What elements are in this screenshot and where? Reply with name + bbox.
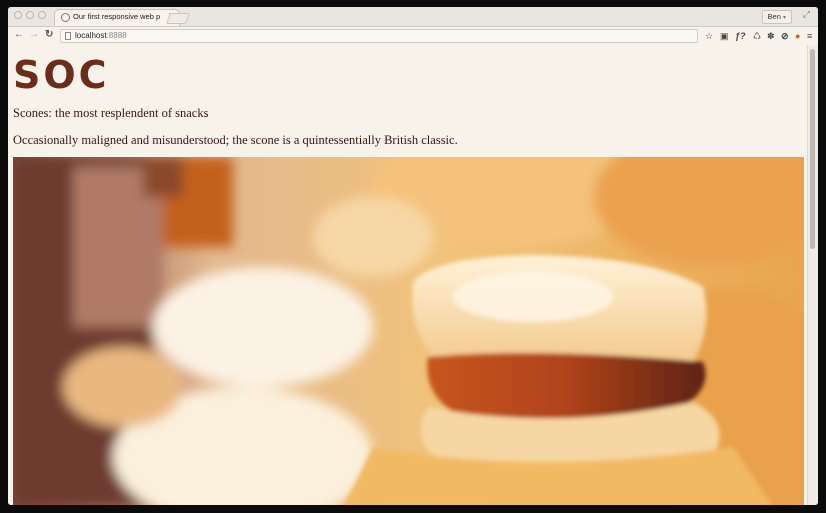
minimize-window-button[interactable] xyxy=(26,11,34,19)
browser-toolbar: ← → ↻ localhost:8888 ☆ ▣ ƒ? ♺ ✽ ⊘ ● ≡ xyxy=(8,27,818,46)
puzzle-extension-icon[interactable]: ✽ xyxy=(767,30,775,42)
profile-name: Ben xyxy=(767,12,781,21)
url-port: :8888 xyxy=(106,31,127,40)
page-heading: Scones: the most resplendent of snacks xyxy=(13,106,209,120)
chevron-down-icon: ▾ xyxy=(782,15,786,21)
scrollbar-thumb[interactable] xyxy=(810,49,815,249)
new-tab-button[interactable] xyxy=(165,13,191,24)
scones-photo xyxy=(13,157,804,505)
back-arrow-icon[interactable]: ← xyxy=(14,29,24,41)
close-window-button[interactable] xyxy=(14,11,22,19)
block-extension-icon[interactable]: ⊘ xyxy=(781,30,789,42)
vertical-scrollbar[interactable] xyxy=(807,45,818,505)
tab-active[interactable]: Our first responsive web p × xyxy=(54,9,180,26)
font-extension-icon[interactable]: ƒ? xyxy=(735,30,746,42)
globe-icon xyxy=(61,13,70,22)
url-host: localhost xyxy=(75,31,107,40)
page-icon xyxy=(65,32,71,40)
recycle-extension-icon[interactable]: ♺ xyxy=(753,30,761,42)
maximize-window-button[interactable] xyxy=(38,11,46,19)
tab-strip: Our first responsive web p × Ben ▾ ⤢ xyxy=(8,7,818,27)
extension-icon[interactable]: ▣ xyxy=(720,30,729,42)
window-controls xyxy=(14,11,46,19)
url-text: localhost:8888 xyxy=(75,31,127,40)
menu-icon[interactable]: ≡ xyxy=(807,30,812,42)
browser-window: Our first responsive web p × Ben ▾ ⤢ ← →… xyxy=(8,7,818,505)
reload-icon[interactable]: ↻ xyxy=(45,29,53,41)
site-logo: SOC xyxy=(13,53,110,97)
forward-arrow-icon[interactable]: → xyxy=(29,29,39,41)
flame-extension-icon[interactable]: ● xyxy=(795,30,800,42)
intro-text: Occasionally maligned and misunderstood;… xyxy=(13,133,458,147)
bookmark-star-icon[interactable]: ☆ xyxy=(705,30,713,42)
tab-title: Our first responsive web p xyxy=(73,12,161,21)
address-bar[interactable]: localhost:8888 xyxy=(60,29,698,43)
fullscreen-icon[interactable]: ⤢ xyxy=(803,9,810,20)
hero-image-scones xyxy=(13,157,804,505)
page-viewport: SOC Scones: the most resplendent of snac… xyxy=(8,45,818,505)
profile-button[interactable]: Ben ▾ xyxy=(761,10,792,24)
